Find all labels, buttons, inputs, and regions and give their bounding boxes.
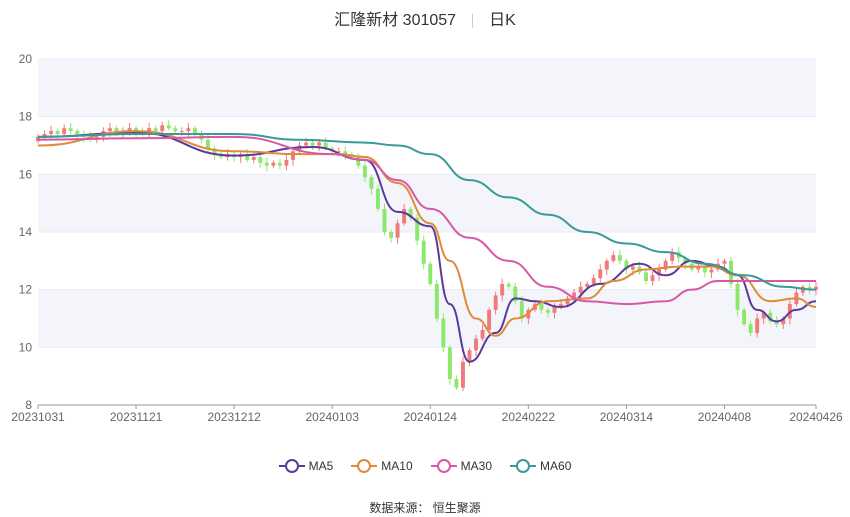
candle-body <box>310 142 315 146</box>
y-tick-label: 20 <box>19 52 33 66</box>
grid-band <box>38 289 816 348</box>
candle-body <box>617 255 622 261</box>
candle-body <box>742 309 747 325</box>
legend-ma10-label: MA10 <box>381 459 413 473</box>
candle-body <box>591 278 596 284</box>
candle-body <box>500 283 505 296</box>
candle-body <box>578 286 583 293</box>
candle-body <box>421 240 426 264</box>
candle-body <box>447 347 452 380</box>
candle-body <box>506 283 511 287</box>
candle-body <box>644 272 648 282</box>
x-tick-label: 20231121 <box>110 410 163 424</box>
legend-ma60-label: MA60 <box>540 459 572 473</box>
x-tick-label: 20231212 <box>207 410 261 424</box>
legend-ma5-icon <box>278 459 305 473</box>
candle-body <box>493 295 498 310</box>
candle-body <box>474 338 478 351</box>
legend-item-ma30[interactable]: MA30 <box>430 459 493 473</box>
candle-body <box>284 159 289 166</box>
candle-body <box>68 128 73 132</box>
y-tick-label: 10 <box>19 340 33 354</box>
candle-body <box>173 128 178 132</box>
data-source: 数据来源： 恒生聚源 <box>369 501 481 515</box>
candle-body <box>598 269 603 279</box>
candle-body <box>382 208 387 232</box>
candlestick-chart: 810121416182020231031 20231121 20231212 202… <box>11 52 843 424</box>
candle-body <box>460 361 465 388</box>
candle-body <box>75 131 80 134</box>
x-tick-label: 20240426 <box>789 410 843 424</box>
legend-ma10-icon <box>351 459 378 473</box>
candle-body <box>277 162 282 166</box>
candle-body <box>107 128 112 132</box>
candle-body <box>389 232 394 238</box>
candle-body <box>650 275 655 282</box>
legend-ma60-icon <box>510 459 537 473</box>
candle-body <box>264 162 269 166</box>
chart-legend: MA5 MA10 MA30 MA60 <box>0 459 850 473</box>
x-tick-label: 20240124 <box>404 410 458 424</box>
candle-body <box>166 125 171 129</box>
candle-body <box>160 125 165 132</box>
candle-body <box>291 151 295 160</box>
candle-body <box>630 266 635 270</box>
candle-body <box>748 324 753 333</box>
candle-body <box>604 260 609 270</box>
candle-body <box>376 188 380 209</box>
candle-body <box>441 318 446 348</box>
candle-body <box>467 350 472 362</box>
candle-body <box>428 263 433 284</box>
candle-body <box>362 165 367 178</box>
candle-body <box>487 309 492 331</box>
y-tick-label: 12 <box>19 283 33 297</box>
y-tick-label: 14 <box>19 225 33 239</box>
candle-body <box>539 304 544 310</box>
candle-body <box>434 283 439 319</box>
legend-item-ma5[interactable]: MA5 <box>278 459 334 473</box>
legend-ma30-label: MA30 <box>460 459 493 473</box>
candle-body <box>271 162 276 166</box>
candle-body <box>402 208 407 224</box>
candle-body <box>251 157 256 160</box>
candle-body <box>369 177 374 189</box>
x-tick-label: 20240314 <box>600 410 654 424</box>
candle-body <box>480 330 485 339</box>
candle-body <box>258 157 263 163</box>
candle-body <box>317 142 322 146</box>
candle-body <box>55 131 60 134</box>
x-tick-label: 20240103 <box>306 410 360 424</box>
candle-body <box>186 128 191 132</box>
legend-ma5-label: MA5 <box>308 459 334 473</box>
candle-body <box>709 269 714 273</box>
candle-body <box>395 223 400 238</box>
candle-body <box>206 139 210 149</box>
x-tick-label: 20240408 <box>698 410 752 424</box>
candle-body <box>304 142 309 146</box>
grid-band <box>38 59 816 117</box>
candle-body <box>179 131 184 133</box>
x-tick-label: 20240222 <box>502 410 556 424</box>
x-tick-label: 20231031 <box>11 410 65 424</box>
candle-body <box>454 379 459 388</box>
candle-body <box>735 283 740 310</box>
candle-body <box>611 255 616 261</box>
legend-ma30-icon <box>430 459 457 473</box>
y-tick-label: 16 <box>19 167 33 181</box>
candle-body <box>49 131 54 134</box>
candle-body <box>552 306 557 313</box>
legend-item-ma60[interactable]: MA60 <box>510 459 571 473</box>
candle-body <box>755 318 760 333</box>
candle-body <box>545 309 550 313</box>
candle-body <box>722 260 727 264</box>
y-tick-label: 18 <box>19 110 33 124</box>
legend-item-ma10[interactable]: MA10 <box>351 459 413 473</box>
candle-body <box>153 128 158 132</box>
candle-body <box>62 128 67 134</box>
